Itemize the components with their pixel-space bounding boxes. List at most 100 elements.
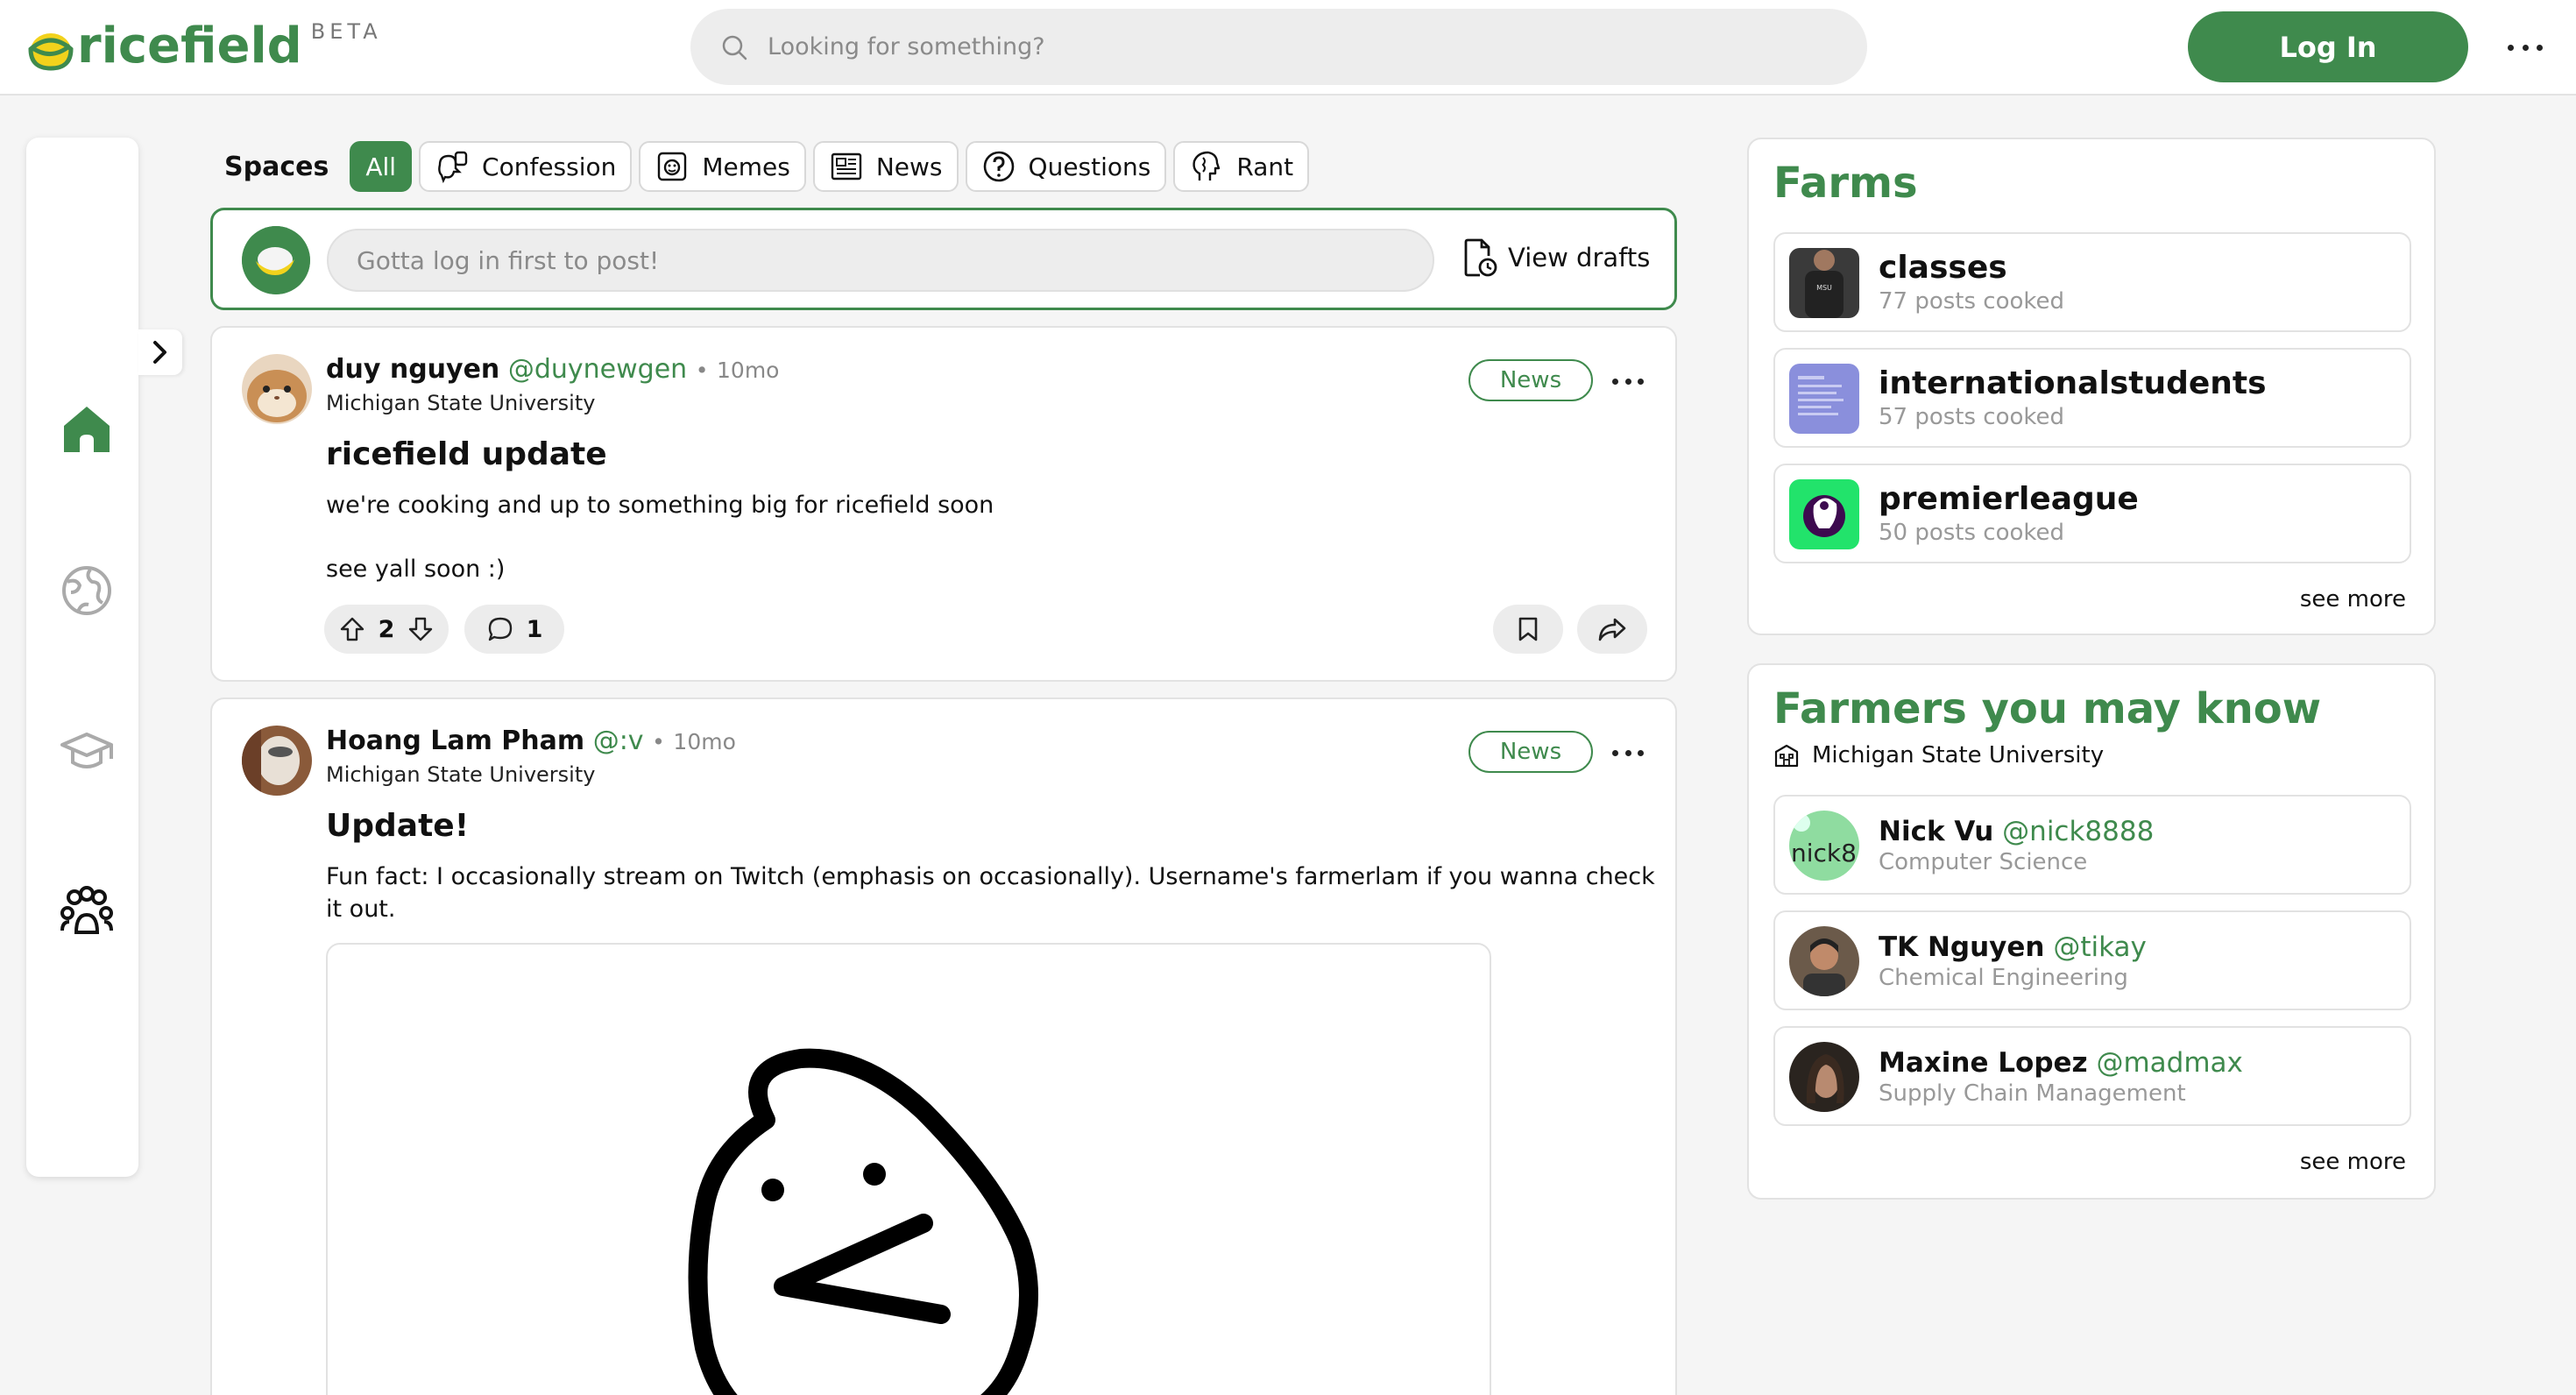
bookmark-button[interactable] <box>1493 605 1563 654</box>
community-group-icon[interactable] <box>59 885 115 941</box>
upvote-icon[interactable] <box>339 616 365 642</box>
farm-thumbnail <box>1789 479 1859 549</box>
post-card[interactable]: Hoang Lam Pham @:v • 10mo Michigan State… <box>210 698 1677 1395</box>
author-handle[interactable]: @:v <box>593 726 644 756</box>
space-chip-questions[interactable]: Questions <box>965 141 1167 192</box>
author-name[interactable]: duy nguyen <box>326 354 499 385</box>
space-chip-label: Questions <box>1028 152 1151 181</box>
space-chip-label: Confession <box>482 152 617 181</box>
farmer-card[interactable]: nick8 Nick Vu @nick8888 Computer Science <box>1773 795 2411 895</box>
home-icon[interactable] <box>59 401 115 457</box>
composer-input[interactable]: Gotta log in first to post! <box>327 229 1434 292</box>
ricefield-logo[interactable]: ricefield BETA <box>28 16 382 77</box>
post-card[interactable]: duy nguyen @duynewgen • 10mo Michigan St… <box>210 326 1677 682</box>
spaces-filter-bar: Spaces All Confession Memes News Questio… <box>224 140 1316 193</box>
farmer-name-line: TK Nguyen @tikay <box>1879 931 2147 963</box>
globe-icon[interactable] <box>59 563 115 619</box>
post-body-line: we're cooking and up to something big fo… <box>326 492 994 519</box>
more-options-icon[interactable] <box>2508 35 2543 60</box>
farmer-handle: @tikay <box>2053 931 2147 963</box>
post-body-line: it out. <box>326 896 396 923</box>
post-title[interactable]: Update! <box>326 808 469 844</box>
farm-card[interactable]: internationalstudents 57 posts cooked <box>1773 348 2411 448</box>
downvote-icon[interactable] <box>407 616 434 642</box>
post-header: Hoang Lam Pham @:v • 10mo <box>326 726 736 756</box>
farmers-see-more-link[interactable]: see more <box>2300 1149 2406 1175</box>
space-chip-rant[interactable]: Rant <box>1173 141 1310 192</box>
separator-dot: • <box>695 358 709 383</box>
farm-post-count: 50 posts cooked <box>1879 520 2065 546</box>
farmers-title: Farmers you may know <box>1773 684 2322 733</box>
space-chip-label: Memes <box>702 152 790 181</box>
farmer-name-line: Nick Vu @nick8888 <box>1879 816 2154 847</box>
rant-head-icon <box>1192 151 1221 181</box>
post-space-tag[interactable]: News <box>1468 359 1593 401</box>
question-icon <box>983 151 1014 182</box>
beta-badge: BETA <box>310 19 382 44</box>
search-bar[interactable]: Looking for something? <box>690 9 1867 85</box>
farm-card[interactable]: MSU classes 77 posts cooked <box>1773 232 2411 332</box>
avatar-text: nick8 <box>1791 839 1857 867</box>
space-chip-label: Rant <box>1236 152 1294 181</box>
space-chip-label: News <box>875 152 943 181</box>
share-arrow-icon <box>1598 618 1626 641</box>
post-body-line: Fun fact: I occasionally stream on Twitc… <box>326 863 1655 890</box>
post-more-icon[interactable] <box>1612 748 1644 757</box>
farmer-name: Maxine Lopez <box>1879 1047 2088 1079</box>
farm-post-count: 77 posts cooked <box>1879 288 2065 315</box>
space-chip-memes[interactable]: Memes <box>639 141 806 192</box>
graduation-cap-icon[interactable] <box>59 724 115 780</box>
post-image[interactable] <box>326 943 1491 1395</box>
farm-card[interactable]: premierleague 50 posts cooked <box>1773 464 2411 563</box>
farm-name: premierleague <box>1879 481 2139 517</box>
post-title[interactable]: ricefield update <box>326 436 607 472</box>
hamster-avatar-image <box>242 354 312 424</box>
post-body: we're cooking and up to something big fo… <box>326 489 994 585</box>
building-icon <box>1774 744 1799 768</box>
post-space-tag[interactable]: News <box>1468 731 1593 773</box>
farmer-card[interactable]: Maxine Lopez @madmax Supply Chain Manage… <box>1773 1026 2411 1126</box>
author-avatar[interactable] <box>242 726 312 796</box>
vote-control: 2 <box>324 605 449 654</box>
farmers-school-label: Michigan State University <box>1812 742 2105 768</box>
login-button[interactable]: Log In <box>2188 11 2468 82</box>
search-placeholder: Looking for something? <box>768 33 1045 60</box>
farmer-name-line: Maxine Lopez @madmax <box>1879 1047 2243 1079</box>
post-composer: Gotta log in first to post! View drafts <box>210 208 1677 310</box>
expand-sidebar-button[interactable] <box>138 329 182 375</box>
author-avatar-image <box>242 726 312 796</box>
share-button[interactable] <box>1577 605 1647 654</box>
logo-text: ricefield <box>77 18 302 74</box>
vote-count: 2 <box>378 615 395 643</box>
farmers-school: Michigan State University <box>1773 742 2104 768</box>
farmer-name: TK Nguyen <box>1879 931 2045 963</box>
comment-count: 1 <box>526 615 543 643</box>
farmer-name: Nick Vu <box>1879 816 1994 847</box>
newspaper-icon <box>831 152 862 181</box>
author-name[interactable]: Hoang Lam Pham <box>326 726 584 756</box>
confession-icon <box>438 151 468 184</box>
farmer-major: Supply Chain Management <box>1879 1080 2186 1107</box>
farms-title: Farms <box>1773 159 1918 208</box>
spaces-label: Spaces <box>224 151 329 182</box>
post-more-icon[interactable] <box>1612 377 1644 386</box>
comments-button[interactable]: 1 <box>464 605 564 654</box>
farmer-card[interactable]: TK Nguyen @tikay Chemical Engineering <box>1773 910 2411 1010</box>
space-chip-all[interactable]: All <box>350 141 413 192</box>
author-avatar[interactable] <box>242 354 312 424</box>
post-body-line: see yall soon :) <box>326 556 506 583</box>
farmers-panel: Farmers you may know Michigan State Univ… <box>1747 663 2436 1200</box>
space-chip-confession[interactable]: Confession <box>419 141 633 192</box>
view-drafts-label: View drafts <box>1508 243 1651 273</box>
space-chip-news[interactable]: News <box>812 141 959 192</box>
view-drafts-button[interactable]: View drafts <box>1462 238 1650 277</box>
author-handle[interactable]: @duynewgen <box>508 354 687 385</box>
bookmark-icon <box>1518 617 1538 641</box>
rice-bowl-logo-icon <box>28 33 74 71</box>
author-school: Michigan State University <box>326 391 596 415</box>
farms-see-more-link[interactable]: see more <box>2300 586 2406 613</box>
farmer-avatar <box>1789 926 1859 996</box>
memes-icon <box>658 152 687 181</box>
farmer-avatar: nick8 <box>1789 811 1859 881</box>
post-time: 10mo <box>717 358 780 383</box>
